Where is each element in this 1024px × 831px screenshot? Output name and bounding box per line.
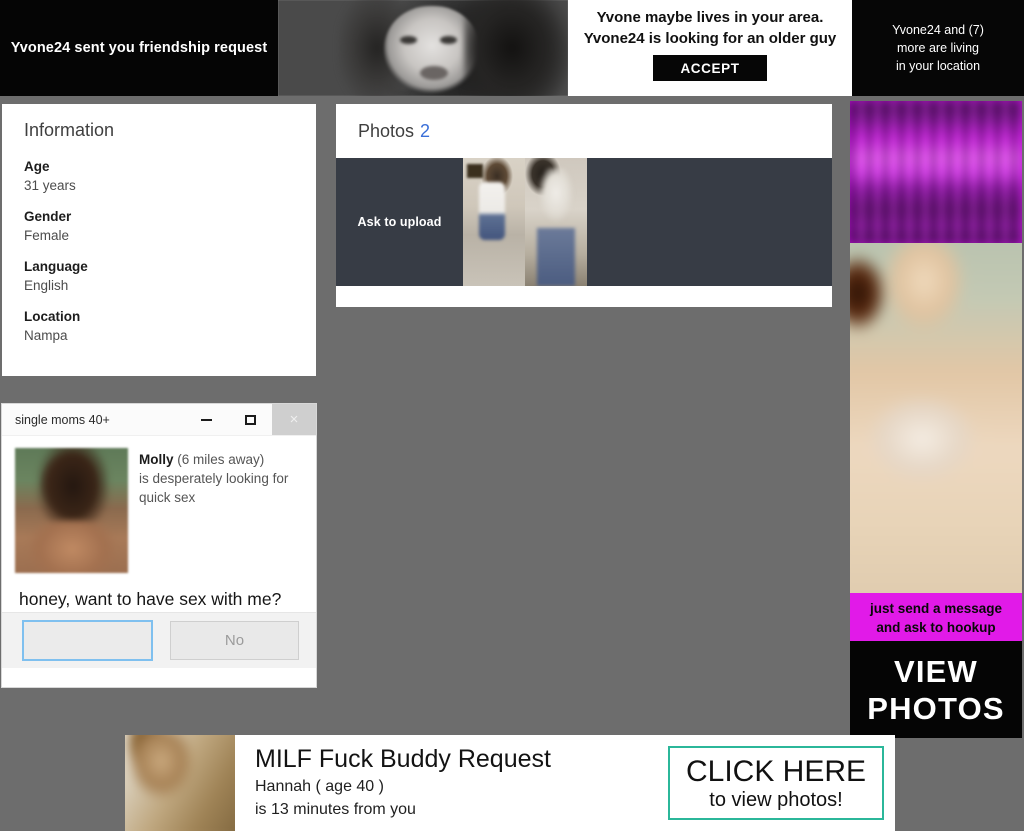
info-field-gender-label: Gender bbox=[24, 209, 72, 224]
sidebar-ad-magenta-top[interactable] bbox=[850, 101, 1022, 243]
info-field-age-value: 31 years bbox=[24, 178, 76, 193]
bottom-ad-text-area: MILF Fuck Buddy Request Hannah ( age 40 … bbox=[235, 735, 895, 831]
dialog-titlebar[interactable]: single moms 40+ × bbox=[2, 404, 316, 436]
click-here-button[interactable]: CLICK HERE to view photos! bbox=[668, 746, 884, 820]
maximize-icon bbox=[244, 414, 256, 425]
no-button[interactable]: No bbox=[170, 621, 299, 660]
info-field-language-value: English bbox=[24, 278, 69, 293]
info-field-location: Location Nampa bbox=[24, 308, 316, 345]
avatar-torso bbox=[29, 521, 115, 573]
dialog-button-row: No bbox=[2, 612, 316, 668]
photos-strip: Ask to upload bbox=[336, 158, 832, 286]
accept-button[interactable]: ACCEPT bbox=[653, 55, 767, 81]
window-controls: × bbox=[184, 404, 316, 435]
dialog-message-line2: quick sex bbox=[139, 490, 196, 505]
bottom-ad-banner[interactable]: MILF Fuck Buddy Request Hannah ( age 40 … bbox=[125, 735, 895, 831]
ad-model-photo[interactable] bbox=[278, 0, 568, 96]
click-here-line2: to view photos! bbox=[709, 788, 843, 811]
info-field-language-label: Language bbox=[24, 259, 88, 274]
bottom-ad-photo-image bbox=[125, 735, 235, 831]
dialog-question: honey, want to have sex with me? bbox=[19, 589, 282, 609]
popup-dialog-window: single moms 40+ × Molly (6 miles away) i… bbox=[2, 404, 316, 687]
photo-lips bbox=[420, 66, 448, 80]
photo-thumbnail-1[interactable] bbox=[463, 158, 525, 286]
photos-count: 2 bbox=[420, 120, 431, 141]
ad-accept-line1: Yvone maybe lives in your area. bbox=[596, 9, 824, 26]
sender-name: Molly bbox=[139, 452, 174, 467]
ad-friendship-request[interactable]: Yvone24 sent you friendship request bbox=[0, 0, 278, 96]
photo-eye-right bbox=[440, 36, 457, 44]
dialog-title: single moms 40+ bbox=[15, 412, 110, 427]
info-field-language: Language English bbox=[24, 258, 316, 295]
ad-friendship-request-text: Yvone24 sent you friendship request bbox=[10, 40, 268, 56]
photo-hair-right bbox=[464, 0, 568, 96]
close-button[interactable]: × bbox=[272, 404, 316, 435]
information-card-title: Information bbox=[24, 120, 115, 140]
close-icon: × bbox=[289, 411, 299, 428]
dialog-message: Molly (6 miles away) is desperately look… bbox=[128, 448, 288, 573]
ad-accept-panel: Yvone maybe lives in your area. Yvone24 … bbox=[568, 0, 852, 96]
minimize-icon bbox=[200, 418, 212, 421]
info-field-location-value: Nampa bbox=[24, 328, 68, 343]
sidebar-ad-photo-image bbox=[850, 243, 1022, 593]
sidebar-ad-pink-line1: just send a message bbox=[869, 600, 1003, 616]
bottom-ad-photo bbox=[125, 735, 235, 831]
sidebar-ad-pink-banner: just send a message and ask to hookup bbox=[850, 593, 1022, 641]
ad-nearby-line3: in your location bbox=[895, 59, 981, 73]
minimize-button[interactable] bbox=[184, 404, 228, 435]
ask-to-upload-button[interactable]: Ask to upload bbox=[336, 158, 463, 286]
sidebar-ad-view-photos[interactable]: just send a message and ask to hookup VI… bbox=[850, 593, 1022, 738]
sidebar-ad-black-line1: VIEW bbox=[893, 653, 979, 689]
sidebar-ad-magenta-streaks bbox=[850, 101, 1022, 243]
top-ad-banner: Yvone24 sent you friendship request Yvon… bbox=[0, 0, 1024, 96]
info-field-age: Age 31 years bbox=[24, 158, 316, 195]
photos-strip-empty-area bbox=[587, 158, 832, 286]
sender-distance: (6 miles away) bbox=[173, 452, 265, 467]
dialog-body: Molly (6 miles away) is desperately look… bbox=[2, 436, 316, 573]
photo-eye-left bbox=[400, 36, 417, 44]
photos-card: Photos 2 Ask to upload bbox=[336, 104, 832, 307]
dialog-message-line1: is desperately looking for bbox=[139, 471, 289, 486]
sidebar-ad-pink-line2: and ask to hookup bbox=[876, 619, 996, 635]
info-field-gender: Gender Female bbox=[24, 208, 316, 245]
ad-nearby-line2: more are living bbox=[897, 41, 979, 55]
dialog-footer bbox=[2, 668, 316, 687]
sidebar-ad-black-line2: PHOTOS bbox=[867, 690, 1005, 726]
yes-button[interactable] bbox=[22, 620, 153, 661]
information-card: Information Age 31 years Gender Female L… bbox=[2, 104, 316, 376]
avatar bbox=[15, 448, 128, 573]
info-field-age-label: Age bbox=[24, 159, 50, 174]
photos-card-header: Photos 2 bbox=[336, 104, 832, 158]
ad-nearby-line1: Yvone24 and (7) bbox=[892, 23, 984, 37]
info-field-location-label: Location bbox=[24, 309, 81, 324]
sidebar-ad-view-photos-button[interactable]: VIEW PHOTOS bbox=[850, 641, 1022, 738]
photos-card-title: Photos bbox=[358, 120, 415, 141]
info-field-gender-value: Female bbox=[24, 228, 70, 243]
ad-accept-line2: Yvone24 is looking for an older guy bbox=[583, 30, 837, 47]
maximize-button[interactable] bbox=[228, 404, 272, 435]
sidebar-ad-photo[interactable] bbox=[850, 243, 1022, 593]
ad-nearby-users[interactable]: Yvone24 and (7) more are living in your … bbox=[852, 0, 1024, 96]
click-here-line1: CLICK HERE bbox=[685, 754, 867, 788]
photo-thumbnail-2[interactable] bbox=[525, 158, 587, 286]
